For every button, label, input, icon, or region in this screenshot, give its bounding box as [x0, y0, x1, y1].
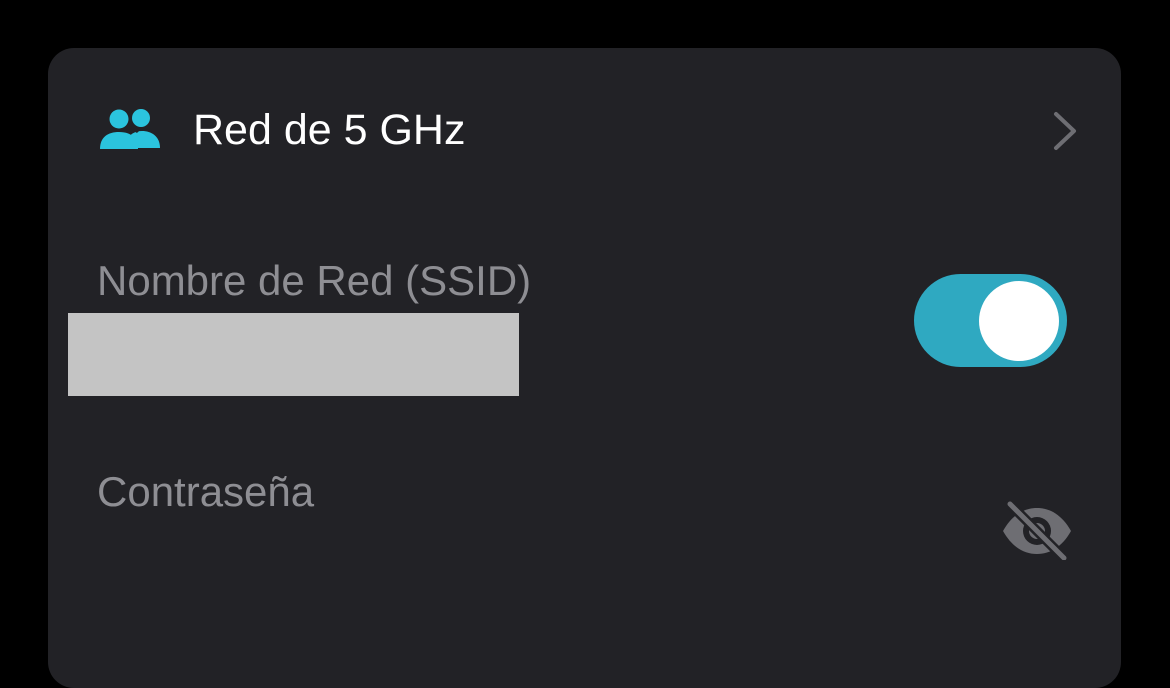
eye-off-icon[interactable] [1000, 500, 1074, 560]
group-users-icon [100, 109, 160, 149]
ssid-label: Nombre de Red (SSID) [97, 257, 532, 304]
toggle-knob [979, 281, 1059, 361]
ssid-enable-toggle[interactable] [914, 274, 1067, 367]
password-label: Contraseña [97, 468, 315, 515]
ssid-value-redacted [68, 313, 519, 396]
chevron-right-icon [1054, 112, 1076, 150]
network-title: Red de 5 GHz [193, 106, 466, 154]
network-5ghz-row[interactable]: Red de 5 GHz [48, 48, 1121, 213]
network-settings-card: Red de 5 GHz Nombre de Red (SSID) Contra… [48, 48, 1121, 688]
